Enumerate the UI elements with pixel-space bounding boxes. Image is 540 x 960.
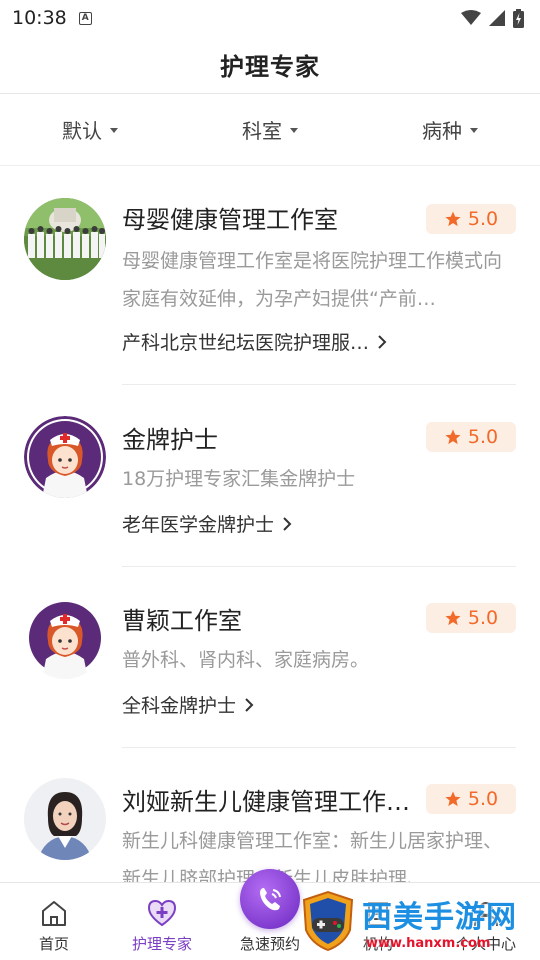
star-icon: [445, 791, 461, 807]
rating-value: 5.0: [467, 426, 499, 448]
filter-label: 病种: [422, 119, 462, 143]
expert-tag: 老年医学金牌护士: [122, 514, 275, 536]
expert-tag: 产科北京世纪坛医院护理服…: [122, 332, 370, 354]
avatar: [24, 778, 106, 860]
expert-description: 新生儿科健康管理工作室：新生儿居家护理、新生儿脐部护理、新生儿皮肤护理、…: [122, 830, 503, 882]
rating-badge: 5.0: [426, 204, 516, 234]
page-title: 护理专家: [220, 53, 320, 81]
home-icon: [38, 897, 70, 929]
expert-name: 曹颖工作室: [122, 607, 242, 635]
wifi-icon: [461, 10, 481, 25]
avatar: [24, 198, 106, 280]
expert-name: 母婴健康管理工作室: [122, 206, 338, 234]
star-icon: [445, 429, 461, 445]
status-time: 10:38: [12, 7, 67, 29]
tab-label: 急速预约: [239, 935, 300, 953]
filter-label: 默认: [62, 119, 102, 143]
expert-card[interactable]: 金牌护士 5.0 18万护理专家汇集金牌护士 老年医学金牌护士: [0, 386, 540, 567]
rating-badge: 5.0: [426, 603, 516, 633]
expert-description: 18万护理专家汇集金牌护士: [122, 468, 356, 490]
tab-nursing-experts[interactable]: 护理专家: [108, 883, 216, 960]
caret-down-icon: [290, 128, 298, 133]
expert-name: 金牌护士: [122, 426, 218, 454]
chevron-right-icon: [245, 697, 254, 712]
status-bar: 10:38 A: [0, 0, 540, 36]
status-left: 10:38 A: [12, 7, 92, 29]
expert-card[interactable]: 母婴健康管理工作室 5.0 母婴健康管理工作室是将医院护理工作模式向家庭有效延伸…: [0, 168, 540, 385]
expert-card[interactable]: 刘娅新生儿健康管理工作… 5.0 新生儿科健康管理工作室：新生儿居家护理、新生儿…: [0, 748, 540, 882]
rating-value: 5.0: [467, 607, 499, 629]
rating-value: 5.0: [467, 788, 499, 810]
phone-icon: [240, 869, 300, 929]
expert-card[interactable]: 曹颖工作室 5.0 普外科、肾内科、家庭病房。 全科金牌护士: [0, 567, 540, 748]
signal-icon: [489, 10, 505, 26]
filter-default-dropdown[interactable]: 默认: [0, 115, 180, 144]
expert-tag-link[interactable]: 产科北京世纪坛医院护理服…: [122, 328, 387, 355]
chevron-right-icon: [283, 516, 292, 531]
chevron-right-icon: [378, 334, 387, 349]
status-right: [461, 8, 524, 28]
star-icon: [445, 610, 461, 626]
notification-icon: A: [78, 11, 92, 25]
expert-tag-link[interactable]: 老年医学金牌护士: [122, 510, 292, 537]
expert-name: 刘娅新生儿健康管理工作…: [122, 788, 410, 816]
watermark-text: 西美手游网 www.hanxm.com: [362, 892, 517, 951]
rating-value: 5.0: [467, 208, 499, 230]
expert-tag: 全科金牌护士: [122, 695, 237, 717]
avatar: [24, 416, 106, 498]
avatar: [24, 597, 106, 679]
tab-label: 首页: [38, 935, 69, 953]
expert-description: 普外科、肾内科、家庭病房。: [122, 649, 370, 671]
watermark: 西美手游网 www.hanxm.com: [298, 882, 534, 960]
tab-home[interactable]: 首页: [0, 883, 108, 960]
filter-bar: 默认 科室 病种: [0, 94, 540, 166]
rating-badge: 5.0: [426, 422, 516, 452]
watermark-url: www.hanxm.com: [366, 935, 491, 951]
filter-department-dropdown[interactable]: 科室: [180, 115, 360, 144]
heart-plus-icon: [146, 897, 178, 929]
caret-down-icon: [110, 128, 118, 133]
star-icon: [445, 211, 461, 227]
filter-label: 科室: [242, 119, 282, 143]
gamepad-logo-icon: [302, 890, 354, 952]
expert-description: 母婴健康管理工作室是将医院护理工作模式向家庭有效延伸，为孕产妇提供“产前…: [122, 250, 503, 310]
rating-badge: 5.0: [426, 784, 516, 814]
filter-disease-dropdown[interactable]: 病种: [360, 115, 540, 144]
divider: [122, 384, 516, 385]
tab-label: 护理专家: [131, 935, 192, 953]
expert-list: 母婴健康管理工作室 5.0 母婴健康管理工作室是将医院护理工作模式向家庭有效延伸…: [0, 168, 540, 882]
caret-down-icon: [470, 128, 478, 133]
watermark-title: 西美手游网: [362, 899, 517, 935]
expert-tag-link[interactable]: 全科金牌护士: [122, 691, 254, 718]
battery-icon: [513, 8, 524, 28]
header: 护理专家: [0, 36, 540, 94]
